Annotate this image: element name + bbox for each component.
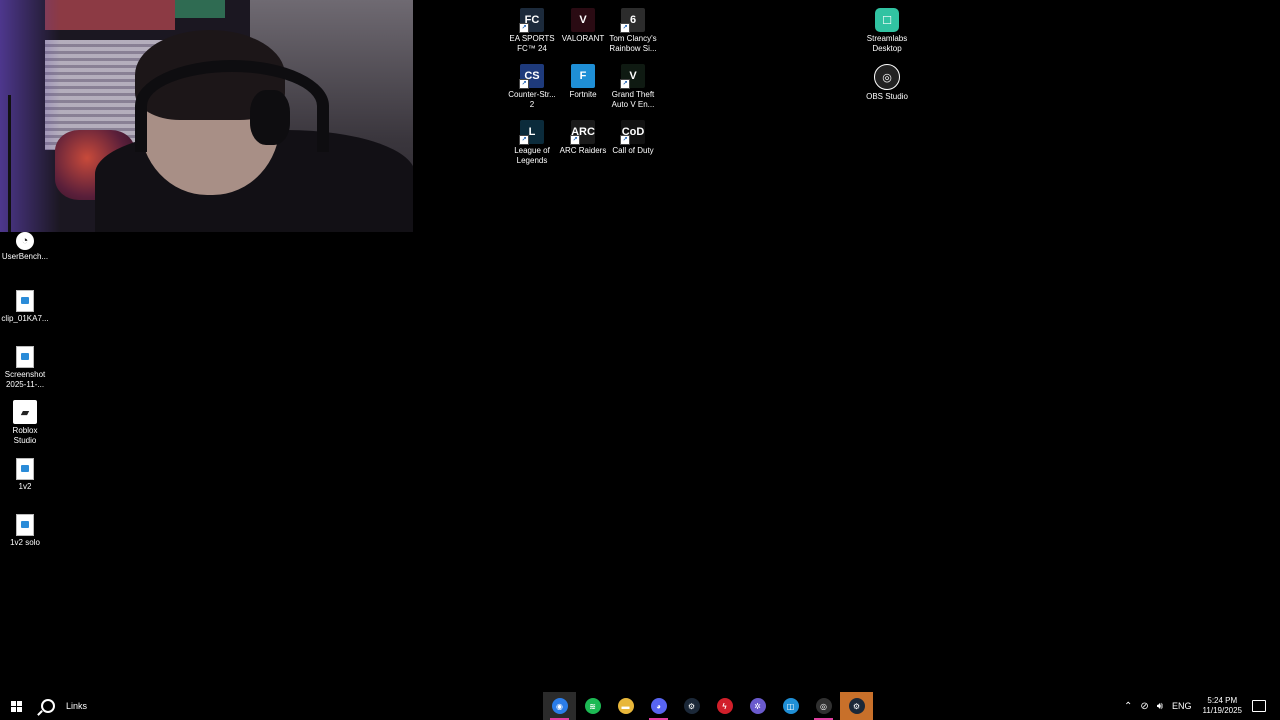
notification-center-icon[interactable]: [1252, 700, 1266, 712]
desktop-icon[interactable]: 6 ↗ Tom Clancy's Rainbow Si...: [605, 4, 661, 54]
system-tray: ⌃ ⊘ 🔊︎ ENG 5:24 PM 11/19/2025: [1120, 692, 1280, 720]
desktop-icon-label: Roblox Studio: [12, 426, 38, 445]
desktop-icon-label: Counter-Str... 2: [508, 90, 556, 109]
clock[interactable]: 5:24 PM 11/19/2025: [1203, 696, 1242, 716]
valorant-icon: V: [571, 8, 595, 32]
desktop-icon-label: UserBench...: [1, 252, 49, 261]
taskbar-app-button[interactable]: ≋: [576, 692, 609, 720]
chevron-up-icon[interactable]: ⌃: [1124, 701, 1132, 712]
image-file-icon: [16, 514, 34, 536]
obs-studio-icon: ◎: [874, 64, 900, 90]
shortcut-arrow-icon: ↗: [570, 135, 580, 145]
pinwheel-app-icon: ✲: [749, 698, 766, 714]
desktop-icon[interactable]: FC ↗ EA SPORTS FC™ 24: [504, 4, 560, 54]
clock-date: 11/19/2025: [1202, 706, 1242, 715]
blue-square-app-icon: ◫: [782, 698, 799, 714]
taskbar-app-button[interactable]: ▬: [609, 692, 642, 720]
fortnite-icon: F: [571, 64, 595, 88]
links-toolbar-label[interactable]: Links: [66, 701, 87, 711]
desktop-icon[interactable]: clip_01KA7...: [0, 284, 53, 324]
chrome-icon: ◉: [551, 698, 568, 714]
desktop-icon-label: Streamlabs Desktop: [866, 34, 908, 53]
desktop-icon-label: Fortnite: [569, 90, 597, 99]
desktop-icon-label: OBS Studio: [866, 92, 908, 101]
steam-active-icon: ⚙: [848, 698, 865, 714]
taskbar-app-button[interactable]: ◫: [774, 692, 807, 720]
taskbar-app-button[interactable]: ⚙: [840, 692, 873, 720]
image-file-icon: [16, 458, 34, 480]
speaker-icon[interactable]: 🔊︎: [1157, 701, 1163, 712]
desktop-icon[interactable]: ARC ↗ ARC Raiders: [555, 116, 611, 156]
shortcut-arrow-icon: ↗: [620, 23, 630, 33]
desktop-icon[interactable]: CS ↗ Counter-Str... 2: [504, 60, 560, 110]
desktop-icon[interactable]: Screenshot 2025-11-...: [0, 340, 53, 390]
desktop-icon[interactable]: ▰ Roblox Studio: [0, 396, 53, 446]
desktop-icon[interactable]: ◎ OBS Studio: [859, 60, 915, 102]
ea-sports-fc-24-icon: FC ↗: [519, 8, 544, 33]
desktop-icon-label: ARC Raiders: [559, 146, 607, 155]
windows-logo-icon: [10, 700, 22, 712]
streamlabs-icon: ☐: [875, 8, 899, 32]
desktop-icon-label: Grand Theft Auto V En...: [611, 90, 655, 109]
desktop-icon[interactable]: L ↗ League of Legends: [504, 116, 560, 166]
search-button[interactable]: [32, 692, 64, 720]
red-app-icon: ϟ: [716, 698, 733, 714]
language-indicator[interactable]: ENG: [1172, 701, 1192, 711]
taskbar-apps: ◉ ≋ ▬ ◕ ⚙ ϟ ✲ ◫ ◎ ⚙: [543, 692, 873, 720]
userbenchmark-icon: ◔: [16, 232, 34, 250]
desktop-icon[interactable]: V ↗ Grand Theft Auto V En...: [605, 60, 661, 110]
desktop-icon-label: Tom Clancy's Rainbow Si...: [609, 34, 657, 53]
shortcut-arrow-icon: ↗: [519, 79, 529, 89]
shortcut-arrow-icon: ↗: [519, 135, 529, 145]
taskbar-app-button[interactable]: ◕: [642, 692, 675, 720]
call-of-duty-icon: CoD ↗: [620, 120, 645, 145]
taskbar-app-button[interactable]: ◉: [543, 692, 576, 720]
desktop-icon[interactable]: 1v2 solo: [0, 508, 53, 548]
clock-time: 5:24 PM: [1207, 696, 1238, 705]
desktop-icon[interactable]: ◔ UserBench...: [0, 228, 53, 262]
search-icon: [41, 699, 55, 713]
file-explorer-icon: ▬: [617, 698, 634, 714]
league-of-legends-icon: L ↗: [519, 120, 544, 145]
taskbar-app-button[interactable]: ✲: [741, 692, 774, 720]
desktop-icon-label: Screenshot 2025-11-...: [4, 370, 46, 389]
steam-icon: ⚙: [683, 698, 700, 714]
taskbar: Links ◉ ≋ ▬ ◕ ⚙ ϟ ✲ ◫ ◎ ⚙ ⌃ ⊘ 🔊︎ ENG 5:24 PM 11/1…: [0, 692, 1280, 720]
webcam-overlay: [0, 0, 413, 232]
start-button[interactable]: [0, 692, 32, 720]
discord-icon: ◕: [650, 698, 667, 714]
desktop-icon-label: 1v2 solo: [10, 538, 40, 547]
taskbar-app-button[interactable]: ◎: [807, 692, 840, 720]
shortcut-arrow-icon: ↗: [620, 135, 630, 145]
obs-studio-taskbar-icon: ◎: [815, 698, 832, 714]
desktop-icon[interactable]: F Fortnite: [555, 60, 611, 100]
desktop-icon[interactable]: CoD ↗ Call of Duty: [605, 116, 661, 156]
gta-v-icon: V ↗: [620, 64, 645, 89]
desktop-icon[interactable]: ☐ Streamlabs Desktop: [859, 4, 915, 54]
desktop-icon-label: EA SPORTS FC™ 24: [509, 34, 555, 53]
taskbar-app-button[interactable]: ⚙: [675, 692, 708, 720]
image-file-icon: [16, 346, 34, 368]
network-icon[interactable]: ⊘: [1140, 701, 1148, 712]
desktop-icon[interactable]: V VALORANT: [555, 4, 611, 44]
shortcut-arrow-icon: ↗: [620, 79, 630, 89]
rainbow-six-icon: 6 ↗: [620, 8, 645, 33]
image-file-icon: [16, 290, 34, 312]
desktop-icon-label: Call of Duty: [612, 146, 654, 155]
desktop-icon-label: clip_01KA7...: [1, 314, 49, 323]
desktop-icon-label: VALORANT: [561, 34, 605, 43]
desktop-icon-label: 1v2: [18, 482, 32, 491]
spotify-icon: ≋: [584, 698, 601, 714]
arc-raiders-icon: ARC ↗: [570, 120, 595, 145]
taskbar-app-button[interactable]: ϟ: [708, 692, 741, 720]
desktop-icon[interactable]: 1v2: [0, 452, 53, 492]
roblox-studio-icon: ▰: [13, 400, 37, 424]
shortcut-arrow-icon: ↗: [519, 23, 529, 33]
counter-strike-2-icon: CS ↗: [519, 64, 544, 89]
desktop-icon-label: League of Legends: [514, 146, 550, 165]
